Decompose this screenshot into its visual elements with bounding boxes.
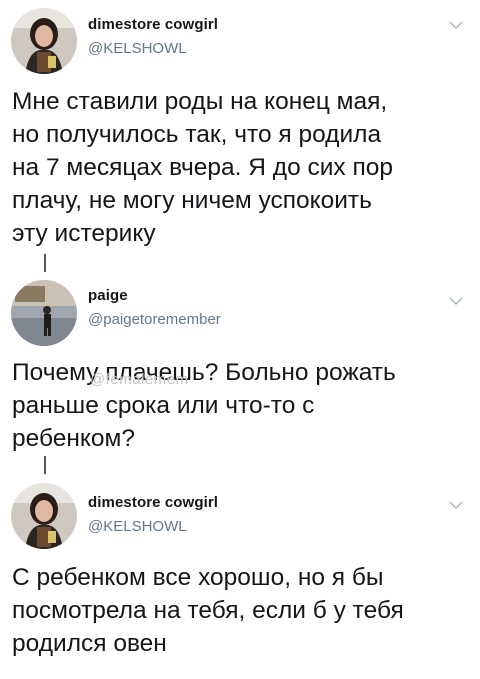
avatar[interactable] [11, 280, 77, 346]
thread-connector [44, 456, 46, 474]
tweet-text: Почему плачешь? Больно рожать раньше сро… [12, 356, 474, 455]
author-handle[interactable]: @KELSHOWL [88, 518, 187, 535]
author-handle[interactable]: @paigetoremember [88, 311, 221, 328]
author-name[interactable]: dimestore cowgirl [88, 494, 218, 511]
tweet-text-line: родился овен [12, 630, 167, 657]
author-name[interactable]: dimestore cowgirl [88, 16, 218, 33]
tweet-text: Мне ставили роды на конец мая, но получи… [12, 85, 474, 250]
tweet-text-line: посмотрела на тебя, если б у тебя [12, 597, 404, 624]
tweet-text-line: но получилось так, что я родила [12, 121, 382, 148]
watermark: @femalemem [90, 371, 189, 388]
chevron-down-icon[interactable] [449, 296, 463, 306]
author-handle[interactable]: @KELSHOWL [88, 40, 187, 57]
tweet-text-line: ребенком? [12, 425, 135, 452]
tweet-text-line: плачу, не могу ничем успокоить [12, 187, 372, 214]
author-name[interactable]: paige [88, 287, 128, 304]
chevron-down-icon[interactable] [449, 500, 463, 510]
tweet-text-line: на 7 месяцах вчера. Я до сих пор [12, 154, 394, 181]
tweet-text-line: С ребенком все хорошо, но я бы [12, 564, 384, 591]
tweet-text-line: Мне ставили роды на конец мая, [12, 88, 388, 115]
chevron-down-icon[interactable] [449, 20, 463, 30]
thread-connector [44, 254, 46, 272]
tweet-text-line: Почему плачешь? Больно рожать [12, 359, 396, 386]
tweet-text-line: эту истерику [12, 220, 156, 247]
tweet-text: С ребенком все хорошо, но я бы посмотрел… [12, 561, 474, 660]
tweet-text-line: раньше срока или что-то с [12, 392, 315, 419]
avatar[interactable] [11, 483, 77, 549]
avatar[interactable] [11, 8, 77, 74]
